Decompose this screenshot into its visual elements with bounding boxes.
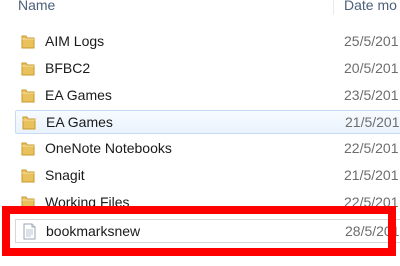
name-column-header[interactable]: Name [18, 0, 55, 13]
row-date: 22/5/201 [344, 194, 399, 210]
folder-icon [22, 116, 36, 130]
row-name: Snagit [45, 167, 85, 183]
row-date: 21/5/201 [344, 167, 399, 183]
row-date: 28/5/201 [345, 223, 400, 239]
file-row-bfbc2[interactable]: BFBC2 20/5/201 [15, 57, 400, 81]
folder-icon [21, 169, 35, 183]
folder-icon [21, 35, 35, 49]
folder-icon [21, 196, 35, 210]
file-row-aim-logs[interactable]: AIM Logs 25/5/201 [15, 30, 400, 54]
file-explorer-window: Name Date mo AIM Logs 25/5/201 BFBC2 20/… [0, 0, 400, 266]
folder-icon [21, 142, 35, 156]
folder-icon [21, 89, 35, 103]
column-divider[interactable] [333, 0, 334, 15]
folder-icon [21, 62, 35, 76]
row-date: 22/5/201 [344, 140, 399, 156]
date-modified-column-header[interactable]: Date mo [344, 0, 397, 13]
row-name: BFBC2 [45, 60, 91, 76]
row-date: 21/5/201 [345, 114, 400, 130]
file-row-working-files[interactable]: Working Files 22/5/201 [15, 191, 400, 215]
row-name: EA Games [45, 87, 112, 103]
file-row-ea-games[interactable]: EA Games 23/5/201 [15, 84, 400, 108]
document-file-icon [23, 223, 36, 240]
row-name: bookmarksnew [46, 223, 141, 239]
row-date: 25/5/201 [344, 33, 399, 49]
file-row-bookmarksnew[interactable]: bookmarksnew 28/5/201 [15, 219, 400, 243]
row-date: 23/5/201 [344, 87, 399, 103]
column-header: Name Date mo [0, 0, 400, 16]
file-row-onenote-notebooks[interactable]: OneNote Notebooks 22/5/201 [15, 137, 400, 161]
row-name: Working Files [45, 194, 130, 210]
row-name: OneNote Notebooks [45, 140, 172, 156]
file-row-snagit[interactable]: Snagit 21/5/201 [15, 164, 400, 188]
file-row-ea-games-selected[interactable]: EA Games 21/5/201 [15, 110, 400, 134]
row-name: EA Games [46, 114, 113, 130]
row-date: 20/5/201 [344, 60, 399, 76]
row-name: AIM Logs [45, 33, 105, 49]
